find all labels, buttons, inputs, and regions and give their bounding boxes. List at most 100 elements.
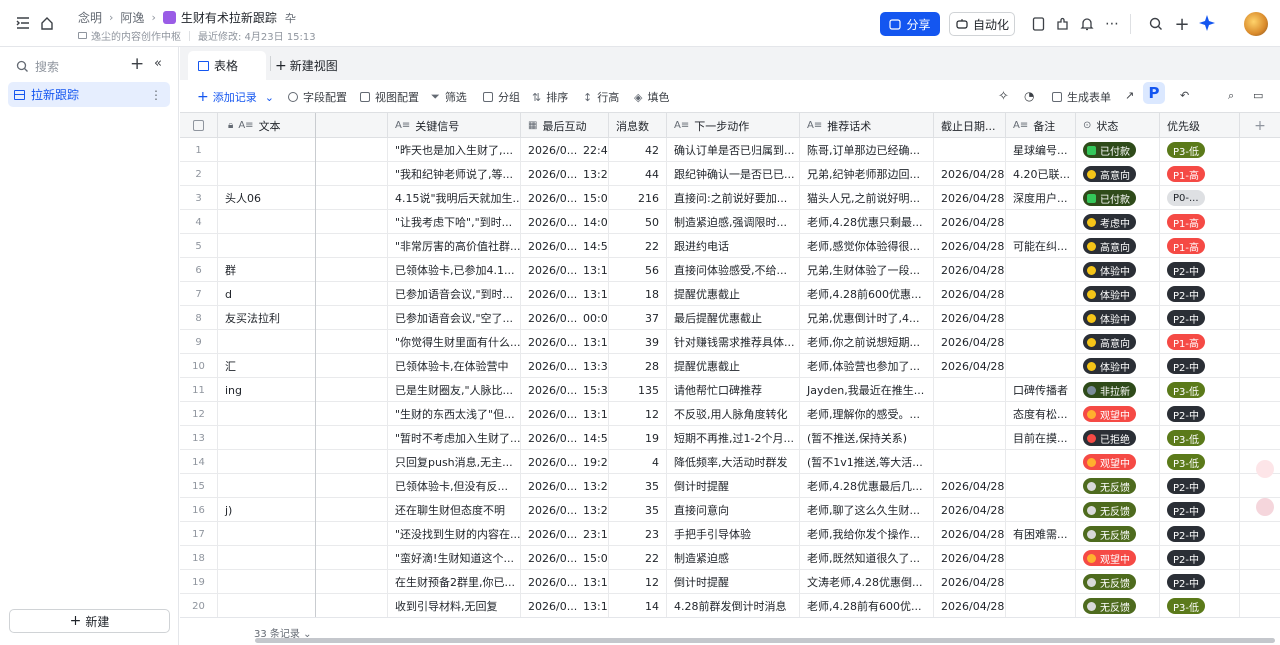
collapse-icon[interactable]: «: [154, 56, 162, 71]
cell-next-action[interactable]: 倒计时提醒: [667, 474, 800, 498]
cell-date[interactable]: 2026/0...: [521, 474, 583, 498]
cell-date[interactable]: 2026/0...: [521, 258, 583, 282]
cell-text[interactable]: d: [218, 282, 316, 306]
row-index[interactable]: 1: [180, 138, 218, 162]
breadcrumb-item[interactable]: 阿逸: [120, 9, 144, 26]
cell-next-action[interactable]: 提醒优惠截止: [667, 354, 800, 378]
cell-date[interactable]: 2026/0...: [521, 186, 583, 210]
bell-icon[interactable]: [1078, 15, 1096, 33]
cell-note[interactable]: 4.20已联...: [1006, 162, 1076, 186]
table-row[interactable]: 16 j) 还在聊生财但态度不明 2026/0... 13:20 35 直接问意向 老师,聊了…: [180, 498, 1280, 522]
cell-next-action[interactable]: 制造紧迫感,强调限时...: [667, 210, 800, 234]
cell-signal[interactable]: 在生财预备2群里,你已...: [388, 570, 521, 594]
table-row[interactable]: 18 "蛮好滴!生财知道这个... 2026/0... 15:01 22 制造紧迫感 老师,…: [180, 546, 1280, 570]
cell-text[interactable]: [218, 426, 316, 450]
cell-text[interactable]: [218, 522, 316, 546]
cell-message-count[interactable]: 37: [609, 306, 667, 330]
cell-time[interactable]: 14:01: [583, 210, 609, 234]
cell-status[interactable]: 高意向: [1076, 330, 1160, 354]
cell-due-date[interactable]: 2026/04/28: [934, 282, 1006, 306]
cell-status[interactable]: 非拉新: [1076, 378, 1160, 402]
cell-priority[interactable]: P0-...: [1160, 186, 1240, 210]
cell-status[interactable]: 体验中: [1076, 306, 1160, 330]
avatar[interactable]: [1244, 12, 1268, 36]
cell-due-date[interactable]: 2026/04/28: [934, 570, 1006, 594]
workspace-name[interactable]: 逸尘的内容创作中枢: [91, 28, 181, 43]
cell-status[interactable]: 无反馈: [1076, 498, 1160, 522]
cell-spacer[interactable]: [316, 474, 388, 498]
cell-message-count[interactable]: 42: [609, 138, 667, 162]
cell-next-action[interactable]: 降低频率,大活动时群发: [667, 450, 800, 474]
cell-priority[interactable]: P2-中: [1160, 546, 1240, 570]
row-index[interactable]: 6: [180, 258, 218, 282]
cell-due-date[interactable]: [934, 378, 1006, 402]
row-index[interactable]: 12: [180, 402, 218, 426]
cell-due-date[interactable]: 2026/04/28: [934, 330, 1006, 354]
cell-script[interactable]: 猫头人兄,之前说好明...: [800, 186, 934, 210]
cell-status[interactable]: 高意向: [1076, 162, 1160, 186]
cell-time[interactable]: 13:17: [583, 258, 609, 282]
cell-message-count[interactable]: 135: [609, 378, 667, 402]
cell-next-action[interactable]: 最后提醒优惠截止: [667, 306, 800, 330]
column-header-last-interaction[interactable]: ▦ 最后互动: [521, 113, 609, 138]
cell-script[interactable]: 老师,4.28优惠只剩最...: [800, 210, 934, 234]
cell-spacer[interactable]: [316, 186, 388, 210]
cell-signal[interactable]: "我和纪钟老师说了,等...: [388, 162, 521, 186]
table-row[interactable]: 3 头人06 4.15说"我明后天就加生... 2026/0... 15:02 216 直接…: [180, 186, 1280, 210]
row-index[interactable]: 14: [180, 450, 218, 474]
cell-date[interactable]: 2026/0...: [521, 546, 583, 570]
cell-next-action[interactable]: 不反驳,用人脉角度转化: [667, 402, 800, 426]
horizontal-scrollbar[interactable]: [255, 638, 1275, 643]
cell-spacer[interactable]: [316, 426, 388, 450]
cell-next-action[interactable]: 针对赚钱需求推荐具体...: [667, 330, 800, 354]
cell-due-date[interactable]: [934, 450, 1006, 474]
table-row[interactable]: 17 "还没找到生财的内容在... 2026/0... 23:18 23 手把手引导体验 老…: [180, 522, 1280, 546]
cell-script[interactable]: 老师,理解你的感受。...: [800, 402, 934, 426]
cell-note[interactable]: [1006, 354, 1076, 378]
cell-next-action[interactable]: 直接问:之前说好要加...: [667, 186, 800, 210]
row-index[interactable]: 18: [180, 546, 218, 570]
cell-priority[interactable]: P2-中: [1160, 570, 1240, 594]
row-index[interactable]: 17: [180, 522, 218, 546]
cell-date[interactable]: 2026/0...: [521, 162, 583, 186]
pin-icon[interactable]: 卆: [285, 10, 296, 26]
cell-next-action[interactable]: 短期不再推,过1-2个月...: [667, 426, 800, 450]
cell-text[interactable]: 群: [218, 258, 316, 282]
cell-message-count[interactable]: 44: [609, 162, 667, 186]
cell-note[interactable]: [1006, 306, 1076, 330]
cell-due-date[interactable]: 2026/04/28: [934, 522, 1006, 546]
cell-status[interactable]: 观望中: [1076, 402, 1160, 426]
view-config-button[interactable]: 视图配置: [360, 89, 419, 105]
cell-script[interactable]: Jayden,我最近在推生...: [800, 378, 934, 402]
row-index[interactable]: 2: [180, 162, 218, 186]
undo-icon[interactable]: ↶: [1180, 89, 1189, 102]
cell-message-count[interactable]: 35: [609, 498, 667, 522]
cell-text[interactable]: [218, 138, 316, 162]
cell-script[interactable]: 老师,4.28前600优惠...: [800, 282, 934, 306]
group-button[interactable]: 分组: [483, 89, 520, 105]
cell-priority[interactable]: P2-中: [1160, 258, 1240, 282]
cell-next-action[interactable]: 确认订单是否已归属到...: [667, 138, 800, 162]
cell-signal[interactable]: 已领体验卡,但没有反...: [388, 474, 521, 498]
ai-icon[interactable]: ✧: [998, 89, 1009, 104]
cell-due-date[interactable]: [934, 138, 1006, 162]
cell-date[interactable]: 2026/0...: [521, 522, 583, 546]
cell-time[interactable]: 14:58: [583, 234, 609, 258]
column-header-signal[interactable]: A≡ 关键信号: [388, 113, 521, 138]
cell-signal[interactable]: 已是生财圈友,"人脉比...: [388, 378, 521, 402]
cell-status[interactable]: 体验中: [1076, 354, 1160, 378]
cell-priority[interactable]: P2-中: [1160, 402, 1240, 426]
table-row[interactable]: 6 群 已领体验卡,已参加4.1... 2026/0... 13:17 56 直接问体验感受…: [180, 258, 1280, 282]
breadcrumb-item[interactable]: 念明: [78, 9, 102, 26]
row-index[interactable]: 4: [180, 210, 218, 234]
cell-time[interactable]: 13:24: [583, 474, 609, 498]
cell-note[interactable]: [1006, 330, 1076, 354]
cell-signal[interactable]: "你觉得生财里面有什么...: [388, 330, 521, 354]
cell-priority[interactable]: P3-低: [1160, 378, 1240, 402]
cell-signal[interactable]: 收到引导材料,无回复: [388, 594, 521, 617]
column-header-text[interactable]: 🔒︎ A≡ 文本: [218, 113, 316, 138]
cell-priority[interactable]: P3-低: [1160, 426, 1240, 450]
cell-date[interactable]: 2026/0...: [521, 330, 583, 354]
row-index[interactable]: 16: [180, 498, 218, 522]
cell-script[interactable]: 兄弟,生财体验了一段...: [800, 258, 934, 282]
